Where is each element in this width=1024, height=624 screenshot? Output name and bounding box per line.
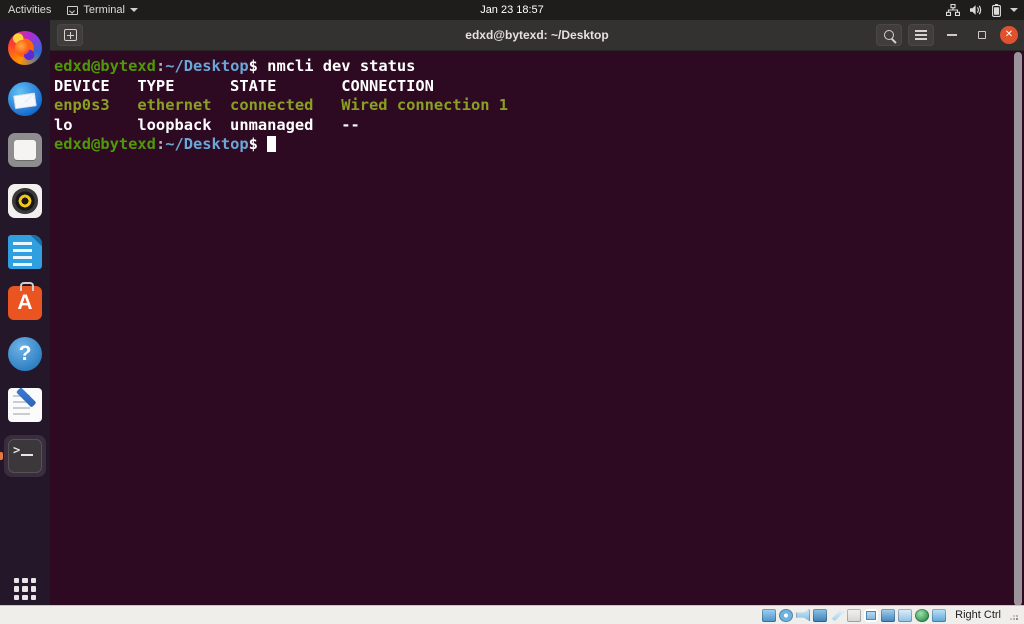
host-key-globe-icon[interactable] [915,609,929,622]
terminal-window: edxd@bytexd: ~/Desktop ✕ edxd@bytexd:~/D… [50,20,1024,605]
prompt-sign: $ [249,57,258,75]
dock-item-help[interactable]: ? [4,333,46,375]
network-icon[interactable] [813,609,827,622]
new-tab-icon [64,29,77,41]
menu-button[interactable] [908,24,934,46]
prompt-user: edxd@bytexd [54,57,156,75]
recording-icon[interactable] [881,609,895,622]
terminal-body[interactable]: edxd@bytexd:~/Desktop$ nmcli dev status … [50,51,1024,605]
terminal-scrollbar[interactable] [1011,51,1024,605]
dock-item-text-editor[interactable] [4,384,46,426]
volume-icon[interactable] [969,4,983,16]
clock-label[interactable]: Jan 23 18:57 [480,4,544,16]
display-icon[interactable] [864,609,878,622]
files-folder-icon [8,133,42,167]
close-icon: ✕ [1005,30,1013,40]
virtualbox-status-bar: Right Ctrl [0,605,1024,624]
terminal-icon [8,439,42,473]
new-tab-button[interactable] [57,24,83,46]
hamburger-menu-icon [915,34,927,36]
dock-item-libreoffice-writer[interactable] [4,231,46,273]
network-wired-icon[interactable] [946,4,960,16]
minimize-icon [947,34,957,36]
terminal-command: nmcli dev status [258,57,416,75]
system-tray [946,0,1018,20]
dock-item-rhythmbox[interactable] [4,180,46,222]
host-key-label: Right Ctrl [955,609,1001,621]
activities-label: Activities [8,4,51,16]
prompt-path: ~/Desktop [165,57,248,75]
dock-item-terminal[interactable] [4,435,46,477]
prompt-colon: : [156,57,165,75]
usb-icon[interactable] [830,609,844,622]
prompt-path: ~/Desktop [165,135,248,153]
text-editor-icon [8,388,42,422]
audio-icon[interactable] [796,609,810,622]
close-button[interactable]: ✕ [1000,26,1018,44]
settings-icon[interactable] [932,609,946,622]
shared-folder-icon[interactable] [847,609,861,622]
window-titlebar: edxd@bytexd: ~/Desktop ✕ [50,20,1024,51]
mouse-integration-icon[interactable] [898,609,912,622]
output-row: enp0s3 ethernet connected Wired connecti… [54,96,508,114]
search-button[interactable] [876,24,902,46]
output-header-row: DEVICE TYPE STATE CONNECTION [54,77,434,95]
rhythmbox-icon [8,184,42,218]
firefox-icon [8,31,42,65]
terminal-output: edxd@bytexd:~/Desktop$ nmcli dev status … [54,57,1024,155]
app-menu-button[interactable]: Terminal [61,0,144,20]
minimize-button[interactable] [940,24,964,46]
dock-item-firefox[interactable] [4,27,46,69]
dock-item-ubuntu-software[interactable]: A [4,282,46,324]
app-menu-label: Terminal [83,4,125,16]
search-icon [884,30,894,40]
hard-disk-icon[interactable] [762,609,776,622]
clock: Jan 23 18:57 [0,4,1024,16]
dock-item-thunderbird[interactable] [4,78,46,120]
help-question-icon: ? [8,337,42,371]
ubuntu-dock: A ? [0,20,50,624]
gnome-top-bar: Activities Terminal Jan 23 18:57 [0,0,1024,20]
grid-apps-icon [14,578,36,600]
battery-icon[interactable] [992,4,1001,17]
thunderbird-icon [8,82,42,116]
optical-disk-icon[interactable] [779,609,793,622]
libreoffice-writer-icon [8,235,42,269]
maximize-icon [978,31,986,39]
ubuntu-software-icon: A [8,286,42,320]
activities-button[interactable]: Activities [0,0,61,20]
terminal-icon [67,6,78,15]
dock-item-files[interactable] [4,129,46,171]
resize-grip-icon[interactable] [1008,610,1018,620]
prompt-colon: : [156,135,165,153]
show-applications-button[interactable] [4,568,46,610]
output-row: lo loopback unmanaged -- [54,116,360,134]
prompt-sign: $ [249,135,258,153]
window-controls: ✕ [876,24,1018,46]
chevron-down-icon[interactable] [1010,8,1018,12]
terminal-cursor [267,136,276,152]
prompt-user: edxd@bytexd [54,135,156,153]
chevron-down-icon [130,8,138,12]
maximize-button[interactable] [970,24,994,46]
terminal-scrollbar-thumb[interactable] [1014,52,1022,605]
